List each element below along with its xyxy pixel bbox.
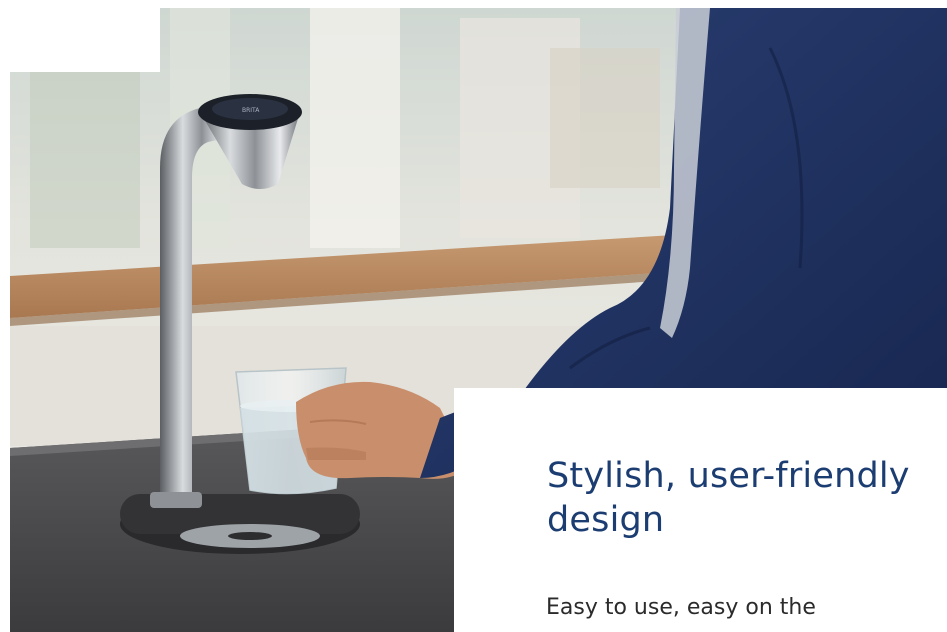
feature-text-card: Stylish, user-friendly design Easy to us…	[454, 388, 947, 632]
feature-headline: Stylish, user-friendly design	[547, 456, 910, 540]
page: BRITA Stylish, user-friendly design Easy…	[0, 0, 947, 632]
corner-whitespace	[0, 0, 160, 72]
feature-body-text: Easy to use, easy on the	[546, 595, 816, 620]
svg-text:BRITA: BRITA	[242, 107, 260, 114]
